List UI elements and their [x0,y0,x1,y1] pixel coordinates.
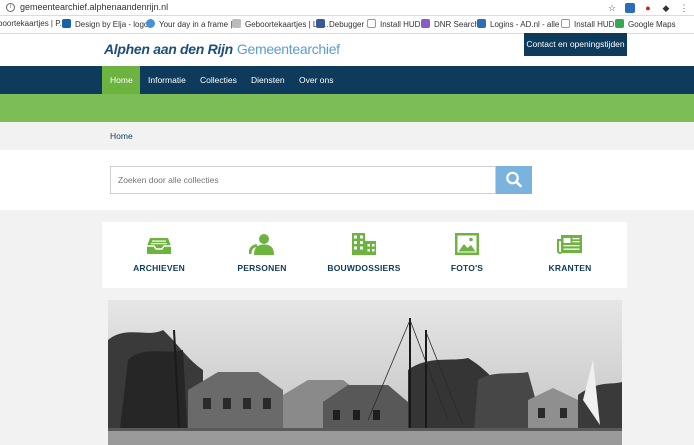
search-input[interactable] [110,166,496,194]
bookmark-icon [146,19,155,28]
star-icon[interactable]: ☆ [607,3,617,13]
address-bar[interactable]: i gemeentearchief.alphenaandenrijn.nl ☆ … [0,0,694,16]
logo-sub: Gemeentearchief [236,41,340,57]
facebook-icon [316,19,325,28]
bookmark-item[interactable]: Logins - AD.nl - alle ... [477,19,568,29]
page-icon [561,19,570,28]
bookmark-item[interactable]: boortekaartjes | P... [0,19,66,28]
nav-item-collecties[interactable]: Collecties [192,66,245,94]
site-logo[interactable]: Alphen aan den Rijn Gemeentearchief [104,41,340,57]
bookmark-icon [421,19,430,28]
category-label: KRANTEN [548,263,592,273]
category-personen[interactable]: PERSONEN [212,222,312,288]
info-icon[interactable]: i [6,3,15,12]
category-label: PERSONEN [237,263,287,273]
building-icon [352,233,376,255]
category-archieven[interactable]: ARCHIEVEN [109,222,209,288]
photo-icon [455,233,479,255]
contact-button[interactable]: Contact en openingstijden [524,33,627,56]
breadcrumb: Home [0,122,694,150]
bookmark-item[interactable]: Install HUD [561,19,614,29]
category-label: BOUWDOSSIERS [327,263,401,273]
person-icon [249,234,274,255]
category-fotos[interactable]: FOTO'S [417,222,517,288]
category-kranten[interactable]: KRANTEN [520,222,620,288]
bookmark-icon [477,19,486,28]
nav-item-diensten[interactable]: Diensten [243,66,293,94]
bookmark-icon [62,19,71,28]
bookmark-item[interactable]: Design by Elja - logo [62,19,148,29]
main-nav: Home Informatie Collecties Diensten Over… [0,66,694,94]
category-label: FOTO'S [450,263,484,273]
bookmarks-bar: boortekaartjes | P... Design by Elja - l… [0,16,694,34]
collection-categories: ARCHIEVEN PERSONEN BOUWDOSSIERS FOTO'S K… [102,222,627,288]
category-bouwdossiers[interactable]: BOUWDOSSIERS [314,222,414,288]
bookmark-item[interactable]: Your day in a frame | [146,19,232,29]
bookmark-icon [232,19,241,28]
maps-icon [615,19,624,28]
search-icon [506,171,522,188]
nav-item-over-ons[interactable]: Over ons [291,66,342,94]
breadcrumb-home[interactable]: Home [110,131,133,141]
bookmark-item[interactable]: Google Maps [615,19,676,29]
bookmark-item[interactable]: Geboortekaartjes | Le... [232,19,328,29]
menu-icon[interactable]: ⋮ [679,3,689,13]
nav-item-home[interactable]: Home [102,66,140,94]
historic-harbour-image [108,300,622,445]
logo-main: Alphen aan den Rijn [104,41,233,57]
green-banner [0,94,694,122]
search-section [0,150,694,210]
category-label: ARCHIEVEN [133,263,185,273]
search-button[interactable] [496,166,532,194]
nav-item-informatie[interactable]: Informatie [140,66,194,94]
newspaper-icon [557,235,582,254]
page-icon [367,19,376,28]
pinterest-icon[interactable]: ● [643,3,653,13]
bookmark-item[interactable]: DNR Search [421,19,479,29]
bookmark-item[interactable]: Debugger [316,19,364,29]
hero-photo [108,300,622,445]
ghost-extension-icon[interactable]: ◆ [661,3,671,13]
bookmark-item[interactable]: Install HUD [367,19,420,29]
url-text[interactable]: gemeentearchief.alphenaandenrijn.nl [20,2,168,12]
inbox-icon [147,238,171,254]
extension-icon[interactable] [625,3,635,13]
